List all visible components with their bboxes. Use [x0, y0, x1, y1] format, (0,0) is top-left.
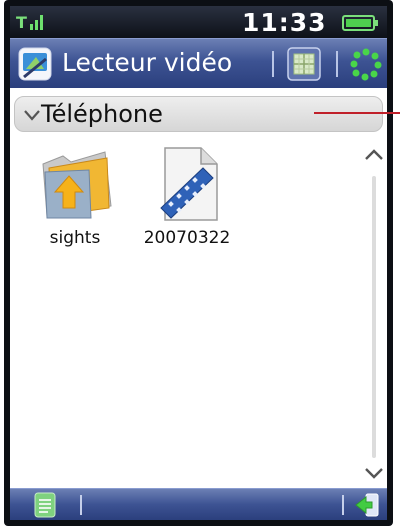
location-title: Téléphone — [41, 100, 163, 128]
grid-view-icon[interactable] — [286, 46, 322, 82]
options-dots-icon[interactable] — [350, 47, 382, 81]
chevron-up-icon[interactable] — [363, 146, 385, 164]
video-player-icon — [18, 47, 52, 81]
signal-strength-icon: T — [16, 13, 43, 32]
location-header[interactable]: Téléphone — [14, 96, 383, 132]
phone-screen: T 11:33 Lecteur vidéo Téléphone sights 2… — [10, 6, 387, 520]
battery-icon — [342, 15, 378, 31]
video-item-20070322[interactable]: 20070322 — [132, 146, 242, 248]
folder-item-sights[interactable]: sights — [20, 146, 130, 248]
file-label: sights — [49, 228, 101, 248]
scrollbar[interactable] — [363, 146, 385, 486]
file-grid: sights 20070322 — [10, 134, 387, 488]
bottom-separator — [342, 495, 344, 515]
app-title: Lecteur vidéo — [62, 48, 233, 77]
pointer-line — [314, 112, 400, 114]
folder-upload-icon — [42, 151, 112, 219]
video-file-icon — [160, 147, 218, 221]
title-separator — [336, 51, 338, 77]
svg-text:T: T — [16, 13, 27, 32]
chevron-down-icon — [24, 110, 40, 121]
file-label: 20070322 — [143, 228, 231, 248]
bottom-bar — [10, 488, 387, 520]
phone-bezel: T 11:33 Lecteur vidéo Téléphone sights 2… — [4, 0, 393, 526]
status-bar: T 11:33 — [10, 6, 387, 38]
scroll-track[interactable] — [372, 176, 376, 458]
exit-icon[interactable] — [354, 492, 380, 518]
clock: 11:33 — [242, 8, 327, 37]
chevron-down-icon[interactable] — [363, 464, 385, 482]
title-separator — [272, 51, 274, 77]
bottom-separator — [80, 495, 82, 515]
title-bar: Lecteur vidéo — [10, 38, 387, 88]
document-icon[interactable] — [34, 492, 56, 518]
